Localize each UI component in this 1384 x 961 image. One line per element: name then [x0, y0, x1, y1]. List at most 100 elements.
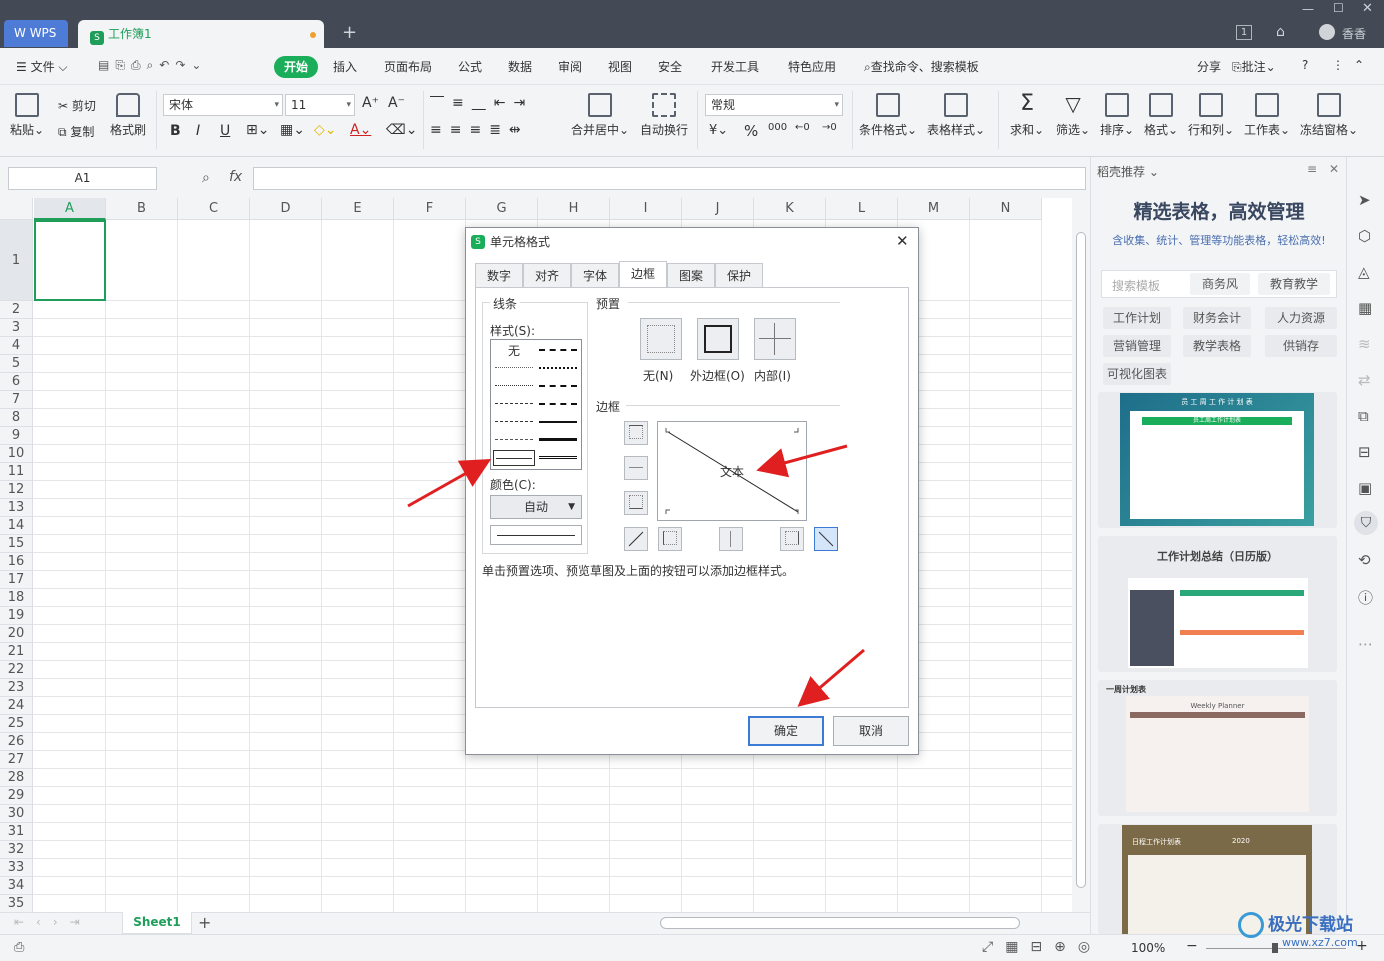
zoom-slider-handle[interactable] [1272, 943, 1278, 953]
cursor-icon[interactable]: ➤ [1358, 191, 1371, 209]
table-style-button[interactable]: 表格样式⌄ [927, 93, 985, 138]
preset-inside-button[interactable] [754, 318, 796, 360]
template-thumb-calendar[interactable]: 工作计划总结（日历版） [1098, 536, 1337, 672]
border-center-button[interactable] [719, 527, 743, 551]
cell-style-icon[interactable]: ▦⌄ [280, 122, 305, 138]
decrease-decimal-icon[interactable]: →0 [822, 122, 837, 133]
share-button[interactable]: 分享 [1197, 58, 1221, 75]
dialog-close-icon[interactable]: ✕ [896, 232, 909, 250]
conditional-format-button[interactable]: 条件格式⌄ [859, 93, 917, 138]
border-diag-up-button[interactable] [624, 527, 648, 551]
border-bottom-button[interactable] [624, 491, 648, 515]
tab-developer[interactable]: 开发工具 [711, 58, 759, 75]
sum-button[interactable]: Σ 求和⌄ [1010, 93, 1044, 138]
line-style-dash-dot-dot[interactable] [495, 403, 533, 404]
column-header-k[interactable]: K [754, 198, 826, 220]
zoom-out-icon[interactable]: − [1186, 938, 1198, 954]
tab-font[interactable]: 字体 [571, 263, 619, 287]
tab-border[interactable]: 边框 [619, 261, 667, 287]
minimize-icon[interactable]: — [1302, 2, 1314, 16]
tab-special[interactable]: 特色应用 [788, 58, 836, 75]
row-header-18[interactable]: 18 [0, 589, 33, 607]
fx-button[interactable]: fx [229, 169, 242, 185]
row-header-14[interactable]: 14 [0, 517, 33, 535]
template-thumb-schedule[interactable]: 日程工作计划表 2020 [1098, 824, 1337, 934]
more-icon[interactable]: ⋮ [1332, 58, 1344, 72]
macro-record-icon[interactable]: ⎙ [14, 940, 24, 955]
row-header-15[interactable]: 15 [0, 535, 33, 553]
view-mode-icons[interactable]: ⤢▦⊟⊕◎ [982, 939, 1102, 955]
row-header-5[interactable]: 5 [0, 355, 33, 373]
command-search[interactable]: ⌕查找命令、搜索模板 [864, 58, 979, 75]
border-preview[interactable]: 文本 [657, 421, 807, 521]
close-window-icon[interactable]: ✕ [1362, 1, 1373, 16]
format-painter-button[interactable]: 格式刷 [110, 93, 146, 138]
row-header-4[interactable]: 4 [0, 337, 33, 355]
row-header-29[interactable]: 29 [0, 787, 33, 805]
vertical-align-icons[interactable]: ⎺≡⎽⇤⇥ [430, 95, 533, 111]
row-header-34[interactable]: 34 [0, 877, 33, 895]
maximize-icon[interactable]: ☐ [1333, 1, 1344, 15]
avatar[interactable] [1319, 24, 1335, 40]
zoom-in-icon[interactable]: + [1356, 938, 1368, 954]
row-header-31[interactable]: 31 [0, 823, 33, 841]
column-header-d[interactable]: D [250, 198, 322, 220]
column-header-l[interactable]: L [826, 198, 898, 220]
more-horizontal-icon[interactable]: ⋯ [1358, 635, 1373, 653]
row-header-23[interactable]: 23 [0, 679, 33, 697]
cancel-button[interactable]: 取消 [833, 716, 909, 746]
tab-security[interactable]: 安全 [658, 58, 682, 75]
history-icon[interactable]: ⟲ [1358, 551, 1371, 569]
ok-button[interactable]: 确定 [748, 716, 824, 746]
horizontal-align-icons[interactable]: ≡≡≡≣⇹ [430, 122, 529, 138]
row-header-32[interactable]: 32 [0, 841, 33, 859]
line-style-thick[interactable] [539, 438, 577, 441]
row-header-27[interactable]: 27 [0, 751, 33, 769]
skin-icon[interactable]: ⌂ [1276, 24, 1285, 40]
tab-formulas[interactable]: 公式 [458, 58, 482, 75]
table-icon[interactable]: ▦ [1358, 299, 1372, 317]
help-circle-icon[interactable]: ⓘ [1358, 587, 1373, 608]
tab-number[interactable]: 数字 [475, 263, 523, 287]
row-header-17[interactable]: 17 [0, 571, 33, 589]
italic-button[interactable]: I [196, 123, 200, 139]
column-header-i[interactable]: I [610, 198, 682, 220]
worksheet-button[interactable]: 工作表⌄ [1244, 93, 1290, 138]
thousands-button[interactable]: 000 [768, 122, 787, 133]
line-style-medium[interactable] [539, 421, 577, 423]
tab-start[interactable]: 开始 [274, 56, 318, 78]
paste-button[interactable]: 粘贴⌄ [10, 93, 44, 138]
color-select[interactable]: 自动 ▼ [490, 495, 582, 519]
row-header-25[interactable]: 25 [0, 715, 33, 733]
copy-button[interactable]: ⧉ 复制 [58, 123, 94, 140]
number-format-select[interactable]: 常规 [705, 94, 843, 116]
filter-list-icon[interactable]: ≋ [1358, 335, 1371, 353]
format-button[interactable]: 格式⌄ [1144, 93, 1178, 138]
row-header-3[interactable]: 3 [0, 319, 33, 337]
fill-color-icon[interactable]: ◇⌄ [314, 122, 337, 138]
collapse-ribbon-icon[interactable]: ⌃ [1354, 58, 1364, 72]
tab-protection[interactable]: 保护 [715, 263, 763, 287]
line-style-selected[interactable] [493, 450, 535, 466]
line-style-list[interactable]: 无 [490, 339, 582, 470]
line-style-dotted[interactable] [495, 385, 533, 386]
sort-button[interactable]: 排序⌄ [1100, 93, 1134, 138]
copy-doc-icon[interactable]: ⧉ [1358, 407, 1369, 425]
line-style-hair[interactable] [495, 367, 533, 368]
wps-home-tab[interactable]: W WPS [4, 20, 68, 47]
panel-header[interactable]: 稻壳推荐 ⌄ [1097, 163, 1159, 180]
template-search-input[interactable]: 搜索模板 [1112, 277, 1160, 294]
column-header-h[interactable]: H [538, 198, 610, 220]
merge-center-button[interactable]: 合并居中⌄ [571, 93, 629, 138]
tab-alignment[interactable]: 对齐 [523, 263, 571, 287]
vertical-scrollbar[interactable] [1072, 198, 1090, 912]
border-diag-down-button[interactable] [814, 527, 838, 551]
column-header-g[interactable]: G [466, 198, 538, 220]
category-teaching[interactable]: 教学表格 [1183, 335, 1251, 357]
row-header-21[interactable]: 21 [0, 643, 33, 661]
sheet-nav-icons[interactable]: ⇤‹›⇥ [14, 915, 92, 929]
row-header-22[interactable]: 22 [0, 661, 33, 679]
row-header-16[interactable]: 16 [0, 553, 33, 571]
sheet-tab-sheet1[interactable]: Sheet1 [122, 912, 192, 934]
horizontal-scroll-thumb[interactable] [660, 917, 1020, 929]
